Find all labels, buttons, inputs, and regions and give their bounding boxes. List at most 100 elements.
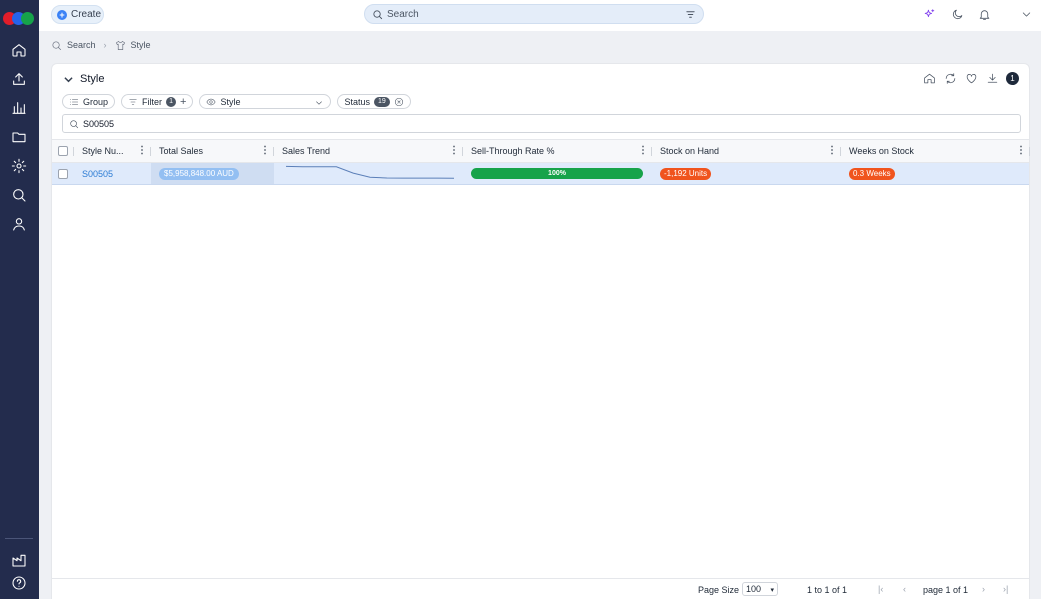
filter-icon[interactable] bbox=[685, 9, 696, 20]
total-sales-pill: $5,958,848.00 AUD bbox=[159, 167, 239, 180]
row-checkbox-cell bbox=[52, 163, 74, 184]
column-menu-icon[interactable]: ⋮ bbox=[449, 146, 459, 156]
row-checkbox[interactable] bbox=[58, 168, 68, 179]
table-row[interactable]: S00505 $5,958,848.00 AUD 100% -1,192 Uni… bbox=[52, 163, 1029, 185]
sales-trend-line bbox=[286, 165, 454, 179]
home-icon[interactable] bbox=[922, 71, 936, 85]
sell-through-progress-bar: 100% bbox=[471, 168, 643, 179]
select-all-checkbox-cell bbox=[52, 140, 74, 162]
heart-icon[interactable] bbox=[964, 71, 978, 85]
download-icon[interactable] bbox=[985, 71, 999, 85]
breadcrumb-search[interactable]: Search bbox=[67, 40, 96, 50]
stock-on-hand-pill: -1,192 Units bbox=[660, 167, 712, 180]
notification-count-badge[interactable]: 1 bbox=[1006, 71, 1019, 85]
column-header-label: Sales Trend bbox=[282, 146, 331, 156]
style-select-label: Style bbox=[220, 96, 241, 107]
list-icon bbox=[69, 98, 79, 105]
panel-header[interactable]: Style bbox=[64, 73, 104, 85]
help-icon[interactable] bbox=[10, 574, 28, 592]
column-header-label: Stock on Hand bbox=[660, 146, 720, 156]
global-search-input[interactable]: Search bbox=[364, 4, 704, 24]
plus-icon: + bbox=[57, 9, 67, 20]
cell-weeks-on-stock: 0.3 Weeks bbox=[841, 163, 1030, 184]
column-header-label: Sell-Through Rate % bbox=[471, 146, 555, 156]
sell-through-label: 100% bbox=[548, 170, 566, 177]
column-menu-icon[interactable]: ⋮ bbox=[1016, 146, 1026, 156]
folder-icon[interactable] bbox=[10, 128, 28, 146]
chevron-down-icon[interactable] bbox=[1019, 7, 1033, 21]
last-page-icon[interactable]: ›| bbox=[1003, 584, 1008, 594]
shirt-icon bbox=[115, 40, 125, 50]
cell-sales-trend bbox=[274, 163, 463, 184]
filter-chip[interactable]: Filter 1 + bbox=[121, 94, 194, 109]
row-range-text: 1 to 1 of 1 bbox=[807, 585, 848, 595]
grid-header: Style Nu... ⋮ Total Sales ⋮ Sales Trend … bbox=[52, 139, 1030, 163]
column-header-total-sales[interactable]: Total Sales ⋮ bbox=[151, 140, 274, 162]
create-button[interactable]: + Create bbox=[51, 5, 104, 24]
chevron-down-icon: ▾ bbox=[770, 587, 774, 594]
column-header-sales-trend[interactable]: Sales Trend ⋮ bbox=[274, 140, 463, 162]
app-logo[interactable] bbox=[3, 12, 35, 26]
breadcrumb-style[interactable]: Style bbox=[131, 40, 151, 50]
sidebar-divider bbox=[5, 538, 33, 539]
search-icon bbox=[70, 119, 79, 128]
style-panel: Style 1 Group Filter 1 + Style Status 19 bbox=[51, 63, 1030, 599]
upload-icon[interactable] bbox=[10, 70, 28, 88]
page-size-select[interactable]: 100 ▾ bbox=[742, 582, 778, 596]
search-icon bbox=[373, 9, 383, 19]
status-chip-label: Status bbox=[344, 96, 370, 107]
close-circle-icon[interactable] bbox=[394, 97, 404, 107]
panel-toolbar: 1 bbox=[922, 71, 1019, 85]
column-header-label: Total Sales bbox=[159, 146, 204, 156]
column-header-style-number[interactable]: Style Nu... ⋮ bbox=[74, 140, 151, 162]
sidebar bbox=[0, 0, 39, 599]
column-header-weeks-on-stock[interactable]: Weeks on Stock ⋮ bbox=[841, 140, 1030, 162]
filter-count-badge: 1 bbox=[166, 96, 177, 107]
column-header-label: Style Nu... bbox=[82, 146, 124, 156]
chevron-right-icon: › bbox=[103, 40, 107, 50]
style-number-link[interactable]: S00505 bbox=[82, 169, 113, 179]
factory-icon[interactable] bbox=[10, 551, 28, 569]
column-menu-icon[interactable]: ⋮ bbox=[638, 146, 648, 156]
column-header-sell-through[interactable]: Sell-Through Rate % ⋮ bbox=[463, 140, 652, 162]
gear-icon[interactable] bbox=[10, 157, 28, 175]
search-icon bbox=[52, 40, 61, 50]
sparkle-icon[interactable] bbox=[922, 7, 936, 21]
status-count-badge: 19 bbox=[373, 96, 390, 107]
next-page-icon[interactable]: › bbox=[982, 584, 985, 594]
data-grid: Style Nu... ⋮ Total Sales ⋮ Sales Trend … bbox=[52, 139, 1030, 185]
select-all-checkbox[interactable] bbox=[58, 146, 68, 156]
breadcrumb: Search › Style bbox=[51, 38, 151, 52]
topbar: + Create Search bbox=[39, 0, 1041, 31]
first-page-icon[interactable]: |‹ bbox=[878, 584, 883, 594]
style-select[interactable]: Style bbox=[199, 94, 332, 109]
refresh-icon[interactable] bbox=[943, 71, 957, 85]
user-icon[interactable] bbox=[10, 215, 28, 233]
search-icon[interactable] bbox=[10, 186, 28, 204]
column-menu-icon[interactable]: ⋮ bbox=[827, 146, 837, 156]
column-menu-icon[interactable]: ⋮ bbox=[260, 146, 270, 156]
weeks-on-stock-pill: 0.3 Weeks bbox=[849, 167, 895, 180]
previous-page-icon[interactable]: ‹ bbox=[903, 584, 906, 594]
bell-icon[interactable] bbox=[977, 7, 991, 21]
moon-icon[interactable] bbox=[950, 7, 964, 21]
column-menu-icon[interactable]: ⋮ bbox=[137, 146, 147, 156]
panel-title: Style bbox=[80, 73, 105, 85]
plus-icon[interactable]: + bbox=[180, 96, 186, 108]
chevron-down-icon[interactable] bbox=[64, 75, 73, 84]
toolbar-chips: Group Filter 1 + Style Status 19 bbox=[62, 94, 411, 109]
pagination-footer: Page Size 100 ▾ 1 to 1 of 1 |‹ ‹ page 1 … bbox=[52, 578, 1029, 599]
page-indicator: page 1 of 1 bbox=[923, 585, 969, 595]
chevron-down-icon bbox=[316, 101, 323, 105]
grid-search-input[interactable]: S00505 bbox=[62, 114, 1021, 133]
group-chip[interactable]: Group bbox=[62, 94, 116, 109]
column-header-label: Weeks on Stock bbox=[849, 146, 914, 156]
global-search-placeholder: Search bbox=[387, 8, 419, 20]
page-size-label: Page Size bbox=[698, 585, 740, 595]
home-icon[interactable] bbox=[10, 41, 28, 59]
status-chip[interactable]: Status 19 bbox=[337, 94, 411, 109]
create-label: Create bbox=[71, 9, 102, 20]
bar-chart-icon[interactable] bbox=[10, 99, 28, 117]
column-header-stock-on-hand[interactable]: Stock on Hand ⋮ bbox=[652, 140, 841, 162]
grid-search-value: S00505 bbox=[83, 118, 115, 129]
